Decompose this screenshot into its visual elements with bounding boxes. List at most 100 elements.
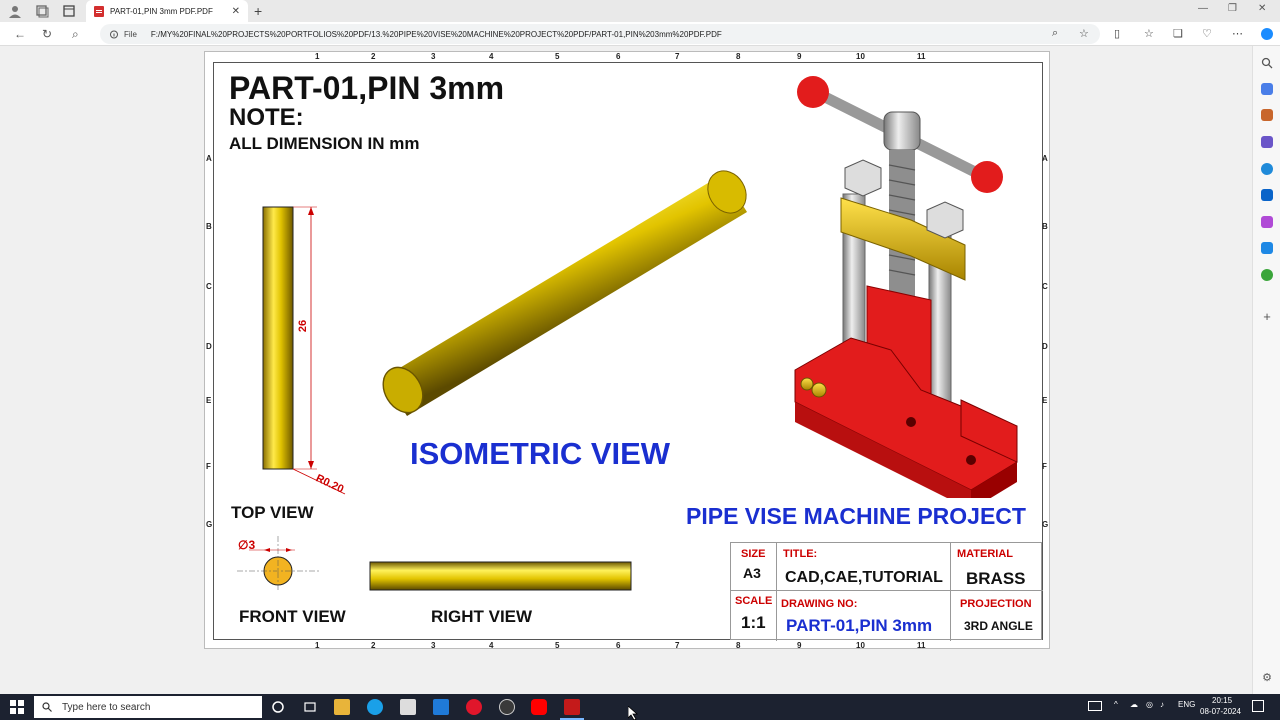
note-heading: NOTE: xyxy=(229,104,304,131)
clock-time[interactable]: 20:15 xyxy=(1212,696,1232,705)
keyboard-icon[interactable] xyxy=(1088,701,1102,711)
zone-row-right: D xyxy=(1042,342,1048,351)
games-icon[interactable] xyxy=(1261,136,1273,148)
profile-icon[interactable] xyxy=(8,4,22,18)
browser-tab-bar: PART-01,PIN 3mm PDF.PDF ✕ + — ❐ ✕ xyxy=(0,0,1280,22)
solidworks-icon[interactable] xyxy=(564,699,580,715)
zone-col-top: 1 xyxy=(315,52,320,61)
cloud-icon[interactable]: ☁ xyxy=(1130,700,1138,709)
clock-date[interactable]: 08-07-2024 xyxy=(1200,707,1241,716)
zone-col-bottom: 7 xyxy=(675,641,680,650)
tools-icon[interactable] xyxy=(1261,109,1273,121)
minimize-icon[interactable]: — xyxy=(1198,3,1208,14)
dimension-diameter: ∅3 xyxy=(238,538,255,552)
diameter-value: 3 xyxy=(248,538,256,552)
collections-icon[interactable]: ❏ xyxy=(1173,27,1183,40)
info-icon xyxy=(110,30,118,38)
close-window-icon[interactable]: ✕ xyxy=(1258,3,1266,14)
taskbar-search-placeholder: Type here to search xyxy=(62,701,151,713)
material-value: BRASS xyxy=(966,569,1026,588)
pdf-viewer[interactable]: 1 1 2 2 3 3 4 4 5 5 6 6 7 7 8 8 9 9 10 10 11 11 A A B B C C D D E E F F G G… xyxy=(0,46,1252,694)
mouse-cursor-icon xyxy=(628,706,638,720)
zone-col-top: 7 xyxy=(675,52,680,61)
zoom-icon[interactable]: ⌕ xyxy=(1052,27,1058,40)
close-tab-icon[interactable]: ✕ xyxy=(232,6,240,17)
volume-icon[interactable]: ♪ xyxy=(1160,700,1164,709)
search-icon[interactable]: ⌕ xyxy=(72,27,79,42)
zone-row-left: G xyxy=(206,520,213,529)
zone-row-right: A xyxy=(1042,154,1048,163)
browser-essentials-icon[interactable]: ♡ xyxy=(1202,27,1212,40)
split-screen-icon[interactable]: ▯ xyxy=(1114,27,1120,40)
designer-icon[interactable] xyxy=(1261,216,1273,228)
copilot-icon[interactable] xyxy=(1261,28,1273,40)
new-tab-icon[interactable]: + xyxy=(254,3,262,19)
pdf-file-icon xyxy=(94,5,104,17)
zone-row-right: G xyxy=(1042,520,1049,529)
scale-value: 1:1 xyxy=(741,613,766,632)
notification-icon[interactable] xyxy=(1252,700,1264,712)
projection-value: 3RD ANGLE xyxy=(964,619,1033,633)
zone-row-left: E xyxy=(206,396,212,405)
add-sidebar-app-icon[interactable]: + xyxy=(1261,310,1273,323)
material-label: MATERIAL xyxy=(957,548,1014,560)
windows-start-icon[interactable] xyxy=(10,700,24,719)
favorite-star-icon[interactable]: ☆ xyxy=(1079,27,1089,40)
language-indicator[interactable]: ENG xyxy=(1178,700,1195,709)
address-bar: ← ↻ ⌕ File F:/MY%20FINAL%20PROJECTS%20PO… xyxy=(0,22,1280,46)
opera-icon[interactable] xyxy=(466,699,482,715)
top-view-drawing xyxy=(262,206,346,495)
store-icon[interactable] xyxy=(400,699,416,715)
zone-row-left: B xyxy=(206,222,212,231)
sidebar-search-icon[interactable] xyxy=(1261,56,1273,69)
mail-icon[interactable] xyxy=(433,699,449,715)
zone-col-top: 4 xyxy=(489,52,494,61)
task-view-icon[interactable] xyxy=(302,699,318,715)
isometric-pin-drawing xyxy=(382,170,747,416)
url-field[interactable]: File F:/MY%20FINAL%20PROJECTS%20PORTFOLI… xyxy=(100,24,1100,44)
tab-actions-icon[interactable] xyxy=(62,4,76,18)
zone-col-top: 6 xyxy=(616,52,621,61)
file-explorer-icon[interactable] xyxy=(334,699,350,715)
restore-icon[interactable]: ❐ xyxy=(1228,3,1237,14)
telegram-icon[interactable] xyxy=(1261,242,1273,254)
project-label: PIPE VISE MACHINE PROJECT xyxy=(686,503,1026,529)
clock-app-icon[interactable] xyxy=(499,699,515,715)
zone-col-top: 3 xyxy=(431,52,436,61)
taskbar-search-box[interactable]: Type here to search xyxy=(34,696,262,718)
zone-row-right: E xyxy=(1042,396,1048,405)
scale-label: SCALE xyxy=(735,595,773,607)
sidebar-settings-icon[interactable]: ⚙ xyxy=(1261,672,1273,684)
zone-col-top: 8 xyxy=(736,52,741,61)
tray-chevron-icon[interactable]: ^ xyxy=(1114,700,1118,709)
refresh-icon[interactable]: ↻ xyxy=(42,27,52,41)
back-icon[interactable]: ← xyxy=(14,27,26,41)
edge-browser-icon[interactable] xyxy=(367,699,383,715)
youtube-icon[interactable] xyxy=(531,699,547,715)
projection-label: PROJECTION xyxy=(960,598,1032,610)
size-label: SIZE xyxy=(741,548,766,560)
note-text: ALL DIMENSION IN mm xyxy=(229,134,420,153)
zone-col-bottom: 3 xyxy=(431,641,436,650)
shopping-icon[interactable] xyxy=(1261,83,1273,95)
network-icon[interactable]: ◎ xyxy=(1146,700,1153,709)
more-options-icon[interactable]: ⋯ xyxy=(1232,27,1243,40)
zone-col-bottom: 8 xyxy=(736,641,741,650)
drawing-no-label: DRAWING NO: xyxy=(781,598,858,610)
zone-row-left: C xyxy=(206,282,212,291)
tab-title: PART-01,PIN 3mm PDF.PDF xyxy=(110,6,213,16)
drawing-no-value: PART-01,PIN 3mm xyxy=(786,616,933,635)
workspaces-icon[interactable] xyxy=(35,4,49,18)
microsoft-365-icon[interactable] xyxy=(1261,163,1273,175)
outlook-icon[interactable] xyxy=(1261,189,1273,201)
tab-pdf[interactable]: PART-01,PIN 3mm PDF.PDF ✕ xyxy=(86,0,248,22)
right-view-drawing xyxy=(369,561,632,591)
dimension-length: 26 xyxy=(297,319,310,333)
zone-col-top: 11 xyxy=(917,52,926,61)
favorites-icon[interactable]: ☆ xyxy=(1144,27,1154,40)
drawing-sheet: 1 1 2 2 3 3 4 4 5 5 6 6 7 7 8 8 9 9 10 10 11 11 A A B B C C D D E E F F G G… xyxy=(204,51,1050,650)
zone-col-bottom: 6 xyxy=(616,641,621,650)
cortana-icon[interactable] xyxy=(270,699,286,715)
zone-row-right: C xyxy=(1042,282,1048,291)
tree-icon[interactable] xyxy=(1261,269,1273,281)
